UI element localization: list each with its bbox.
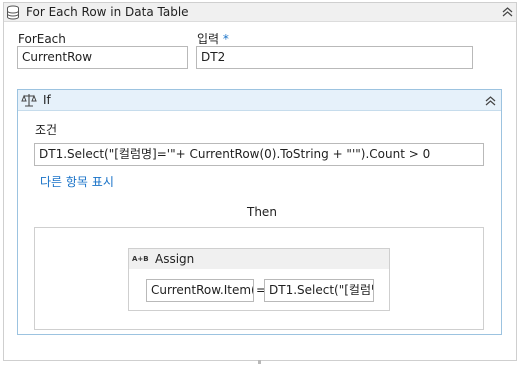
condition-input[interactable]: DT1.Select("[컬럼명]='"+ CurrentRow(0).ToSt…	[34, 143, 484, 166]
then-label: Then	[247, 205, 277, 219]
assign-to-input[interactable]: CurrentRow.Item("	[146, 279, 254, 302]
activity-title: For Each Row in Data Table	[26, 5, 189, 19]
collapse-icon[interactable]	[502, 7, 513, 17]
required-mark: *	[222, 32, 229, 46]
assign-icon: A+B	[132, 255, 149, 263]
foreach-label: ForEach	[18, 32, 66, 46]
data-table-icon	[6, 5, 20, 20]
input-label-text: 입력	[197, 32, 220, 46]
if-scale-icon	[21, 92, 37, 108]
if-collapse-icon[interactable]	[485, 96, 496, 106]
input-label: 입력 *	[197, 32, 229, 46]
assign-title: Assign	[155, 252, 195, 266]
foreach-input[interactable]: CurrentRow	[17, 46, 188, 69]
connector-nub	[258, 360, 261, 364]
assign-value-input[interactable]: DT1.Select("[컬럼명	[264, 279, 374, 302]
condition-label: 조건	[35, 123, 58, 137]
show-more-link[interactable]: 다른 항목 표시	[40, 175, 114, 189]
if-header[interactable]	[18, 90, 501, 111]
if-title: If	[43, 93, 51, 107]
input-field[interactable]: DT2	[196, 46, 473, 69]
